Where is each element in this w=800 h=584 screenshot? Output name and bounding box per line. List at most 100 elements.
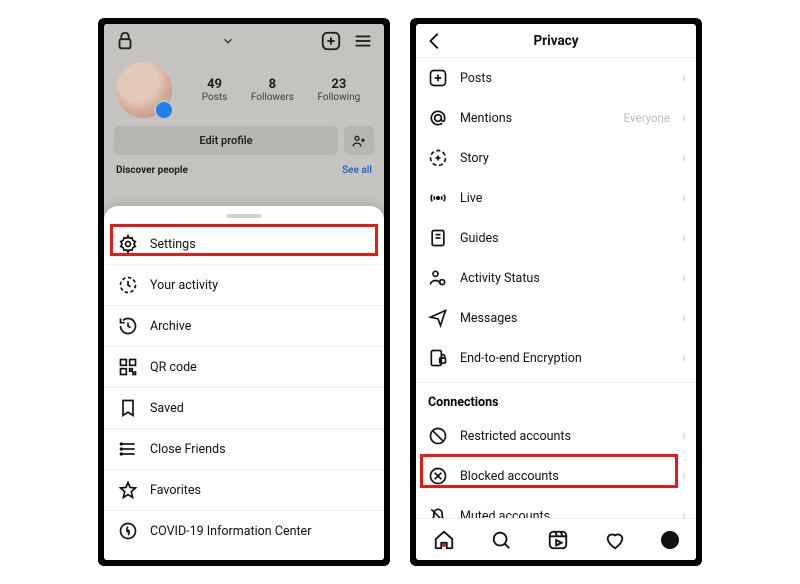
tab-activity[interactable] (604, 529, 626, 551)
menu-item-covid-label: COVID-19 Information Center (150, 524, 311, 539)
chevron-right-icon: › (682, 150, 686, 166)
activity-icon (118, 275, 138, 295)
create-icon[interactable] (320, 30, 342, 52)
posts-icon (428, 68, 448, 88)
menu-bottom-sheet: Settings Your activity Archive QR code (104, 206, 384, 560)
profile-stats: 49 Posts 8 Followers 23 Following (190, 77, 372, 103)
story-icon (428, 148, 448, 168)
row-messages[interactable]: Messages › (416, 298, 696, 338)
discover-people-button[interactable] (344, 126, 374, 155)
screen-right: Privacy Posts› Mentions Everyone › Story… (416, 24, 696, 560)
see-all-link[interactable]: See all (342, 165, 372, 176)
row-story[interactable]: Story › (416, 138, 696, 178)
row-blocked[interactable]: Blocked accounts › (416, 456, 696, 496)
chevron-right-icon: › (682, 230, 686, 246)
chevron-right-icon: › (682, 270, 686, 286)
menu-item-qr[interactable]: QR code (104, 347, 384, 388)
row-encryption-label: End-to-end Encryption (460, 351, 582, 366)
row-mentions[interactable]: Mentions Everyone › (416, 98, 696, 138)
chevron-right-icon: › (682, 350, 686, 366)
menu-item-settings[interactable]: Settings (104, 224, 384, 265)
row-live-label: Live (460, 191, 482, 206)
back-button[interactable] (424, 30, 446, 52)
encryption-icon (428, 348, 448, 368)
stat-posts[interactable]: 49 Posts (202, 77, 228, 103)
stat-following-count: 23 (317, 77, 360, 92)
row-story-label: Story (460, 151, 489, 166)
messages-icon (428, 308, 448, 328)
tab-home[interactable] (433, 529, 455, 551)
covid-icon (118, 521, 138, 541)
bottom-tab-bar (416, 518, 696, 560)
row-activity-status[interactable]: Activity Status › (416, 258, 696, 298)
row-mentions-label: Mentions (460, 111, 512, 126)
row-messages-label: Messages (460, 311, 517, 326)
home-icon (433, 529, 455, 551)
hamburger-menu-icon[interactable] (352, 30, 374, 52)
edit-profile-button[interactable]: Edit profile (114, 126, 338, 155)
favorites-icon (118, 480, 138, 500)
menu-item-close-friends[interactable]: Close Friends (104, 429, 384, 470)
chevron-right-icon: › (682, 190, 686, 206)
menu-item-saved[interactable]: Saved (104, 388, 384, 429)
username-dropdown[interactable] (136, 34, 320, 48)
row-encryption[interactable]: End-to-end Encryption › (416, 338, 696, 378)
menu-item-settings-label: Settings (150, 237, 196, 252)
saved-icon (118, 398, 138, 418)
screen-left: 49 Posts 8 Followers 23 Following (104, 24, 384, 560)
avatar[interactable] (116, 62, 172, 118)
row-restricted[interactable]: Restricted accounts › (416, 416, 696, 456)
phone-left: 49 Posts 8 Followers 23 Following (98, 18, 390, 566)
profile-header (104, 24, 384, 56)
menu-item-qr-label: QR code (150, 360, 197, 375)
menu-item-close-friends-label: Close Friends (150, 442, 226, 457)
row-live[interactable]: Live › (416, 178, 696, 218)
connections-header: Connections (416, 382, 696, 416)
row-posts[interactable]: Posts› (416, 58, 696, 98)
tab-reels[interactable] (547, 529, 569, 551)
phone-right: Privacy Posts› Mentions Everyone › Story… (410, 18, 702, 566)
discover-people-label: Discover people (116, 165, 188, 176)
sheet-grabber[interactable] (227, 214, 261, 218)
stat-followers-label: Followers (251, 92, 294, 103)
settings-icon (118, 234, 138, 254)
menu-item-saved-label: Saved (150, 401, 184, 416)
row-blocked-label: Blocked accounts (460, 469, 559, 484)
restricted-icon (428, 426, 448, 446)
lock-icon (114, 30, 136, 52)
menu-item-archive[interactable]: Archive (104, 306, 384, 347)
menu-item-archive-label: Archive (150, 319, 191, 334)
stat-posts-count: 49 (202, 77, 228, 92)
row-guides-label: Guides (460, 231, 499, 246)
row-activity-status-label: Activity Status (460, 271, 540, 286)
blocked-icon (428, 466, 448, 486)
menu-item-covid[interactable]: COVID-19 Information Center (104, 511, 384, 551)
row-guides[interactable]: Guides › (416, 218, 696, 258)
stat-followers[interactable]: 8 Followers (251, 77, 294, 103)
tab-profile[interactable] (661, 531, 679, 549)
page-title: Privacy (533, 33, 578, 49)
chevron-right-icon: › (682, 70, 686, 86)
menu-item-activity-label: Your activity (150, 278, 218, 293)
guides-icon (428, 228, 448, 248)
archive-icon (118, 316, 138, 336)
stat-following-label: Following (317, 92, 360, 103)
privacy-list: Posts› Mentions Everyone › Story › Live › (416, 58, 696, 378)
close-friends-icon (118, 439, 138, 459)
stat-following[interactable]: 23 Following (317, 77, 360, 103)
chevron-right-icon: › (682, 310, 686, 326)
live-icon (428, 188, 448, 208)
chevron-right-icon: › (682, 468, 686, 484)
activity-status-icon (428, 268, 448, 288)
menu-item-favorites[interactable]: Favorites (104, 470, 384, 511)
menu-item-favorites-label: Favorites (150, 483, 201, 498)
privacy-header: Privacy (416, 24, 696, 58)
tab-search[interactable] (490, 529, 512, 551)
mentions-icon (428, 108, 448, 128)
chevron-right-icon: › (682, 428, 686, 444)
notification-dot (442, 543, 446, 547)
menu-item-activity[interactable]: Your activity (104, 265, 384, 306)
row-mentions-value: Everyone (624, 111, 670, 125)
stat-posts-label: Posts (202, 92, 228, 103)
row-restricted-label: Restricted accounts (460, 429, 571, 444)
